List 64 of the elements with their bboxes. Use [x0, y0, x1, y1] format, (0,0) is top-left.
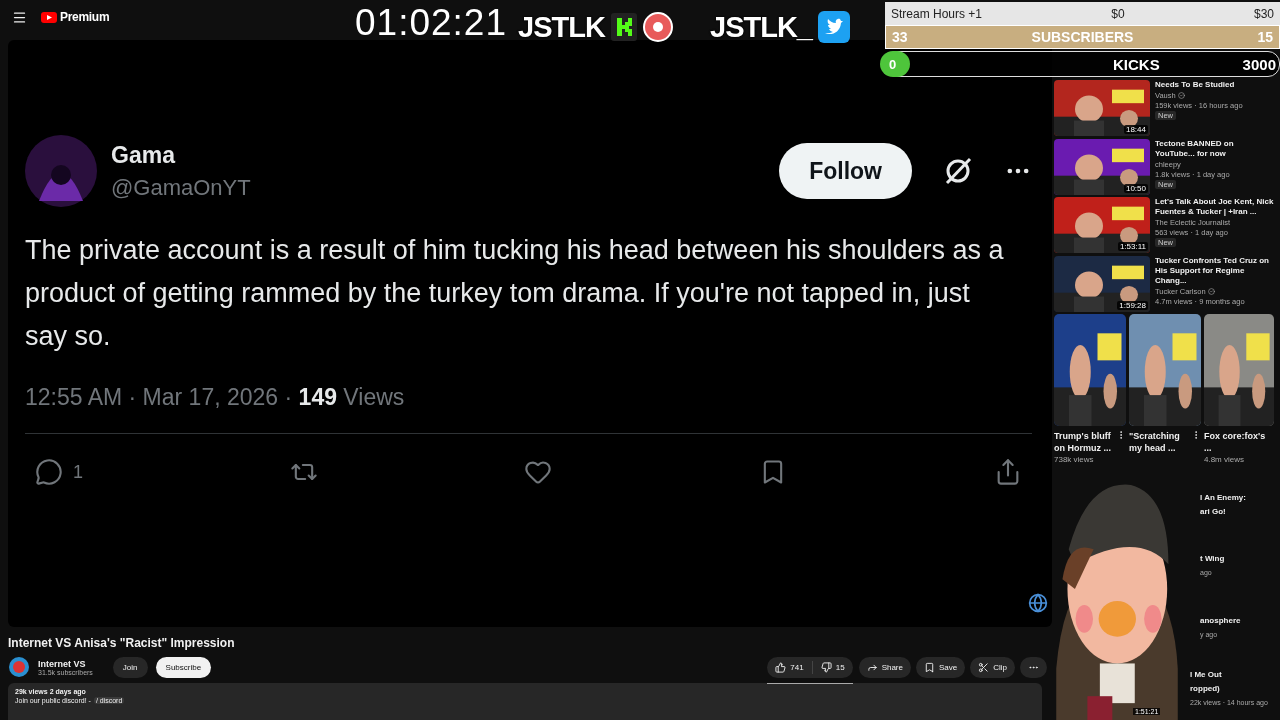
- video-title[interactable]: Tucker Confronts Ted Cruz on His Support for Regime Chang...: [1155, 255, 1274, 286]
- save-icon: [924, 661, 935, 673]
- partial-text: t Wing: [1200, 554, 1226, 565]
- duration-badge: 18:44: [1123, 125, 1148, 134]
- tweet-meta: 12:55 AM · Mar 17, 2026 · 149 Views: [25, 384, 406, 411]
- like-button[interactable]: 741: [767, 656, 812, 678]
- duration-badge: 1:59:28: [1117, 300, 1148, 310]
- reply-count: 1: [73, 461, 83, 483]
- youtube-logo-icon: [41, 11, 57, 23]
- more-button[interactable]: [1020, 656, 1047, 678]
- scissors-icon: [978, 661, 990, 673]
- thumbs-up-icon: [775, 661, 787, 673]
- verified-icon: [1207, 287, 1215, 295]
- short-title[interactable]: "Scratching my head ...: [1129, 430, 1191, 455]
- join-button[interactable]: Join: [112, 656, 148, 678]
- video-title: Internet VS Anisa's "Racist" Impression: [8, 636, 236, 650]
- duration-badge: 10:50: [1123, 183, 1148, 193]
- share-button[interactable]: Share: [858, 656, 911, 678]
- short-views: 738k views: [1054, 455, 1095, 465]
- logo-text: Premium: [60, 10, 110, 24]
- goal-max: $30: [1253, 6, 1274, 21]
- goal-label: SUBSCRIBERS: [1031, 29, 1134, 45]
- bird-icon: [818, 11, 850, 43]
- reply-icon[interactable]: [35, 458, 63, 486]
- partial-text: ropped): [1190, 684, 1221, 695]
- goal-label: KICKS: [1112, 55, 1160, 73]
- clip-button[interactable]: Clip: [970, 656, 1015, 678]
- save-button[interactable]: Save: [916, 656, 966, 678]
- brand-logo-text: JSTLK_: [710, 10, 812, 45]
- thumbs-down-icon: [820, 661, 832, 673]
- partial-text: anosphere: [1200, 615, 1242, 626]
- verified-icon: [1177, 92, 1185, 99]
- partial-text: ari Go!: [1200, 506, 1227, 517]
- goal-max: 3000: [1242, 55, 1276, 73]
- stream-timer: 01:02:21: [355, 2, 508, 44]
- account-handle: @GamaOnYT: [111, 174, 252, 201]
- goal-max: 15: [1257, 29, 1273, 45]
- video-title[interactable]: Let's Talk About Joe Kent, Nick Fuentes & Tucker | +Iran ...: [1155, 197, 1274, 218]
- short-title[interactable]: Fox core:fox's ...: [1204, 430, 1266, 455]
- record-icon: [642, 12, 673, 42]
- goal-min: 33: [892, 29, 908, 45]
- subscribe-button[interactable]: Subscribe: [155, 656, 212, 678]
- channel-name[interactable]: Internet VS: [38, 658, 93, 669]
- video-title[interactable]: Tectone BANNED on YouTube... for now: [1155, 138, 1274, 159]
- channel-avatar-icon[interactable]: [8, 656, 30, 678]
- goal-min: $0: [1111, 6, 1125, 21]
- kick-count: 0: [880, 51, 910, 77]
- goal-label: Stream Hours +1: [891, 6, 983, 21]
- follow-button[interactable]: Follow: [779, 143, 912, 199]
- globe-icon: [1028, 593, 1048, 613]
- video-player[interactable]: [8, 40, 1052, 627]
- avatar-icon: [25, 135, 97, 207]
- partial-text: l Me Out: [1190, 670, 1223, 681]
- brand-logo-text: JSTLK: [518, 10, 605, 45]
- short-title[interactable]: Trump's bluff on Hormuz ...: [1054, 430, 1116, 455]
- menu-icon[interactable]: [12, 9, 27, 25]
- short-views: 4.8m views: [1204, 455, 1245, 465]
- video-title[interactable]: Needs To Be Studied: [1155, 80, 1243, 90]
- dislike-button[interactable]: 15: [812, 656, 853, 678]
- tweet-text: The private account is a result of him tucking his head between his shoulders as a product of getting rammed by the turkey tom drama. If you're not tapped in, just say so.: [25, 234, 1005, 353]
- duration-badge: 1:53:11: [1117, 242, 1148, 252]
- account-name: Gama: [111, 141, 177, 169]
- kick-logo-icon: [610, 13, 637, 41]
- partial-text: l An Enemy:: [1200, 492, 1247, 503]
